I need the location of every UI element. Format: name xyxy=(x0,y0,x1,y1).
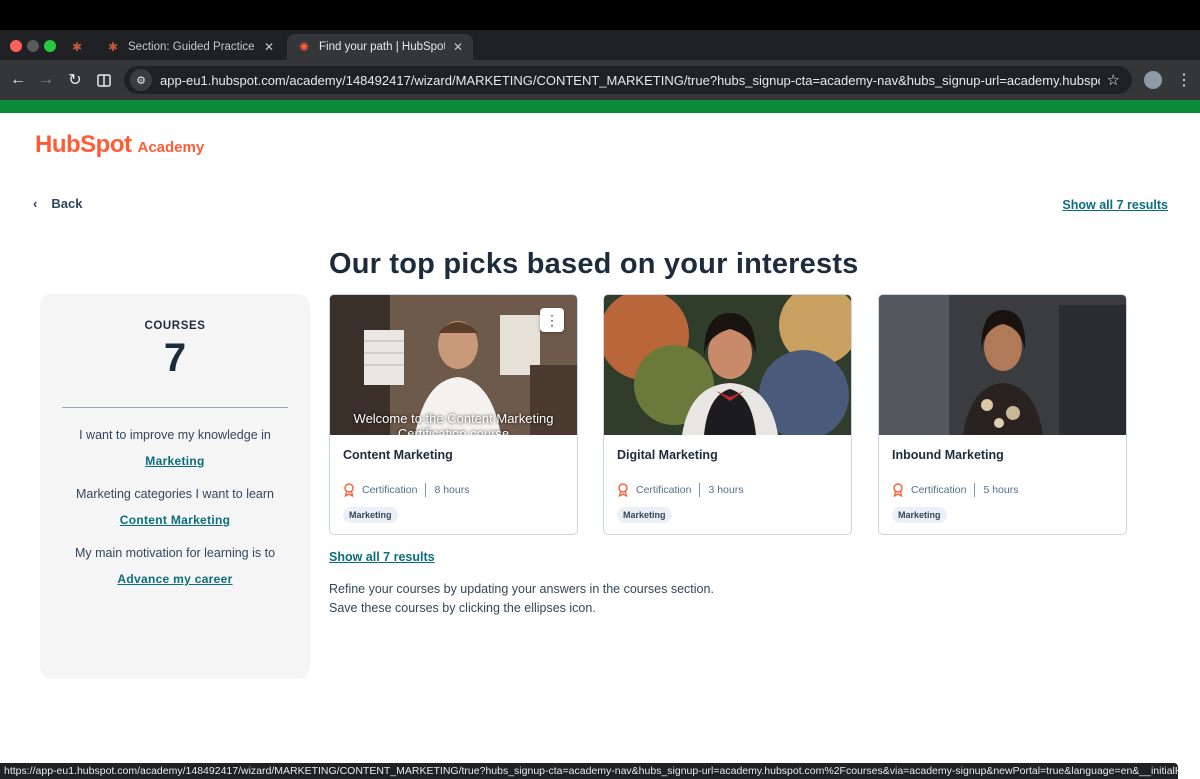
course-tag: Marketing xyxy=(617,507,672,523)
video-caption: Welcome to the Content Marketing Certifi… xyxy=(353,411,554,435)
course-duration: 5 hours xyxy=(983,484,1019,496)
course-video-thumbnail[interactable]: ⋮ Welcome to the Content Marketing Certi… xyxy=(330,295,577,435)
course-type: Certification xyxy=(362,484,418,496)
certification-medal-icon xyxy=(893,483,903,497)
show-all-results-link-top[interactable]: Show all 7 results xyxy=(1062,198,1168,212)
back-arrow-icon[interactable]: ← xyxy=(7,69,29,91)
course-card-digital-marketing[interactable]: Digital Marketing Certification 3 hours … xyxy=(603,294,852,535)
tab-title: Find your path | HubSpot Acad xyxy=(319,41,445,53)
logo-brand: HubSpot xyxy=(35,131,132,158)
course-tag: Marketing xyxy=(892,507,947,523)
browser-tab-bar: ✱ ✱ Section: Guided Practice & Pr ✕ ✺ Fi… xyxy=(0,30,1200,85)
window-close-button[interactable] xyxy=(10,40,22,52)
courses-count-label: COURSES xyxy=(144,320,206,332)
address-bar[interactable]: ⚙ app-eu1.hubspot.com/academy/148492417/… xyxy=(124,66,1132,94)
forward-arrow-icon[interactable]: → xyxy=(35,69,57,91)
course-meta: Certification 8 hours xyxy=(343,483,469,497)
course-type: Certification xyxy=(911,484,967,496)
save-course-ellipsis-button[interactable]: ⋮ xyxy=(540,308,564,332)
close-tab-icon[interactable]: ✕ xyxy=(453,40,463,54)
divider xyxy=(62,407,288,408)
meta-separator xyxy=(974,483,976,497)
answer-link-knowledge[interactable]: Marketing xyxy=(145,454,204,468)
tab-title: Section: Guided Practice & Pr xyxy=(128,41,256,53)
chevron-left-icon: ‹ xyxy=(33,196,38,211)
courses-count: 7 xyxy=(163,336,187,380)
app-favicon-icon: ✱ xyxy=(107,40,119,54)
answer-link-motivation[interactable]: Advance my career xyxy=(117,572,232,586)
site-settings-icon[interactable]: ⚙ xyxy=(130,69,152,91)
screen-top-bar xyxy=(0,0,1200,30)
course-meta: Certification 5 hours xyxy=(892,483,1018,497)
course-card-inbound-marketing[interactable]: Inbound Marketing Certification 5 hours … xyxy=(878,294,1127,535)
help-text-save: Save these courses by clicking the ellip… xyxy=(329,601,596,615)
course-name: Digital Marketing xyxy=(617,448,718,462)
show-all-results-link[interactable]: Show all 7 results xyxy=(329,550,435,564)
address-url[interactable]: app-eu1.hubspot.com/academy/148492417/wi… xyxy=(160,73,1100,88)
progress-banner xyxy=(0,100,1200,113)
answer-question: My main motivation for learning is to xyxy=(74,546,276,560)
window-maximize-button[interactable] xyxy=(44,40,56,52)
course-video-thumbnail[interactable] xyxy=(604,295,851,435)
certification-medal-icon xyxy=(618,483,628,497)
course-card-content-marketing[interactable]: ⋮ Welcome to the Content Marketing Certi… xyxy=(329,294,578,535)
back-label: Back xyxy=(51,196,83,211)
course-duration: 8 hours xyxy=(434,484,470,496)
course-name: Inbound Marketing xyxy=(892,448,1004,462)
browser-menu-icon[interactable]: ⋮ xyxy=(1176,70,1192,90)
back-link[interactable]: ‹ Back xyxy=(33,196,82,211)
browser-tab-section[interactable]: ✱ Section: Guided Practice & Pr ✕ xyxy=(96,34,284,60)
app-favicon-icon: ✱ xyxy=(72,40,83,54)
course-summary-panel: COURSES 7 I want to improve my knowledge… xyxy=(40,294,310,679)
window-minimize-button[interactable] xyxy=(27,40,39,52)
certification-medal-icon xyxy=(344,483,354,497)
bookmark-star-icon[interactable]: ☆ xyxy=(1107,71,1120,89)
course-duration: 3 hours xyxy=(708,484,744,496)
course-name: Content Marketing xyxy=(343,448,453,462)
course-type: Certification xyxy=(636,484,692,496)
browser-tab-pinned[interactable]: ✱ xyxy=(62,34,94,60)
help-text-refine: Refine your courses by updating your ans… xyxy=(329,582,714,596)
profile-avatar[interactable] xyxy=(1144,71,1162,89)
browser-toolbar: ← → ↻ ⚙ app-eu1.hubspot.com/academy/1484… xyxy=(0,60,1200,100)
reading-mode-icon[interactable] xyxy=(93,69,115,91)
course-tag: Marketing xyxy=(343,507,398,523)
answer-link-category[interactable]: Content Marketing xyxy=(120,513,230,527)
browser-tab-find-your-path[interactable]: ✺ Find your path | HubSpot Acad ✕ xyxy=(287,34,473,60)
answer-question: I want to improve my knowledge in xyxy=(79,428,271,442)
hubspot-academy-logo[interactable]: HubSpot Academy xyxy=(35,131,204,159)
close-tab-icon[interactable]: ✕ xyxy=(264,40,274,54)
page-title: Our top picks based on your interests xyxy=(329,248,859,280)
meta-separator xyxy=(699,483,701,497)
course-video-thumbnail[interactable] xyxy=(879,295,1126,435)
meta-separator xyxy=(425,483,427,497)
reload-icon[interactable]: ↻ xyxy=(64,69,86,91)
hubspot-favicon-icon: ✺ xyxy=(298,40,310,54)
answer-question: Marketing categories I want to learn xyxy=(75,487,275,501)
course-meta: Certification 3 hours xyxy=(617,483,743,497)
link-status-bar: https://app-eu1.hubspot.com/academy/1484… xyxy=(0,763,1178,779)
logo-suffix: Academy xyxy=(137,139,205,156)
